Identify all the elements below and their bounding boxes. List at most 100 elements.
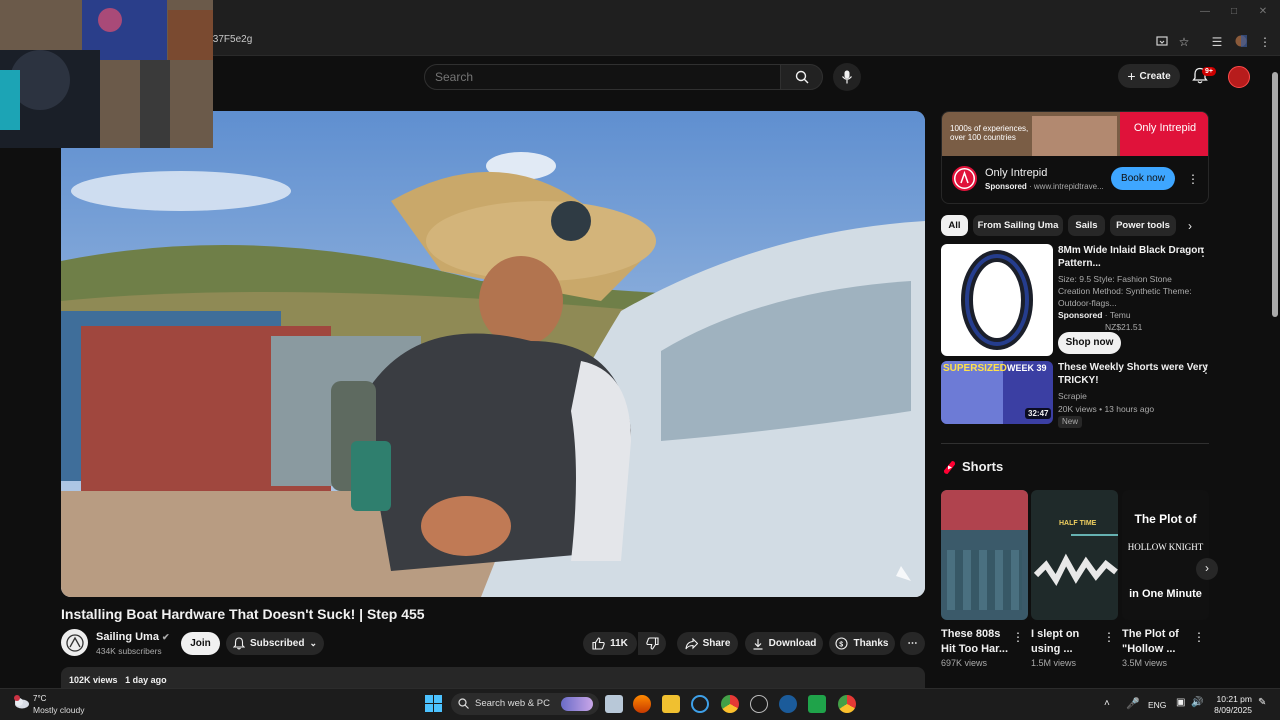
- chip-all[interactable]: All: [941, 215, 968, 236]
- tray-overflow-chevron-icon[interactable]: ˄: [1104, 698, 1110, 709]
- search-input[interactable]: [425, 65, 780, 89]
- share-icon: [685, 637, 698, 649]
- thanks-label: Thanks: [853, 638, 889, 649]
- install-app-icon[interactable]: [1155, 35, 1169, 49]
- chevron-down-icon: ⌄: [309, 638, 317, 648]
- thanks-button[interactable]: $ Thanks: [829, 632, 895, 655]
- like-button[interactable]: 11K: [583, 632, 637, 655]
- steam-icon[interactable]: [779, 695, 797, 713]
- channel-name[interactable]: Sailing Uma ✔: [96, 631, 170, 643]
- microphone-tray-icon[interactable]: 🎤: [1126, 697, 1140, 710]
- profile-icon[interactable]: [1234, 35, 1248, 49]
- like-count: 11K: [610, 638, 628, 649]
- scrollbar-thumb[interactable]: [1272, 72, 1278, 317]
- obs-icon[interactable]: [750, 695, 768, 713]
- more-actions-button[interactable]: ⋯: [900, 632, 925, 655]
- video-rec-title[interactable]: These Weekly Shorts were Very TRICKY!: [1058, 361, 1208, 387]
- chrome-profile-icon[interactable]: [838, 695, 856, 713]
- ad-sponsor-line: Sponsored · www.intrepidtrave...: [985, 182, 1104, 191]
- intrepid-logo-icon: [955, 169, 974, 188]
- url-text[interactable]: t37F5e2g: [210, 34, 252, 45]
- spreadsheet-app-icon[interactable]: [808, 695, 826, 713]
- thumbs-up-icon: [592, 637, 605, 650]
- sponsored-ad-card[interactable]: 1000s of experiences, over 100 countries…: [941, 111, 1209, 204]
- short-title-3[interactable]: The Plot of "Hollow ...: [1122, 627, 1194, 657]
- short-menu-icon-1[interactable]: ⋮: [1012, 630, 1024, 644]
- webcam-overlay: [0, 0, 213, 148]
- short-menu-icon-3[interactable]: ⋮: [1193, 630, 1205, 644]
- ad-banner-text: 1000s of experiences, over 100 countries: [950, 124, 1029, 142]
- media-queue-icon[interactable]: ☰: [1210, 35, 1224, 49]
- short-title-1[interactable]: These 808s Hit Too Har...: [941, 627, 1013, 657]
- bookmark-star-icon[interactable]: ☆: [1177, 35, 1191, 49]
- video-rec-menu-icon[interactable]: ⋮: [1200, 362, 1212, 376]
- verified-icon: ✔: [162, 632, 170, 642]
- video-player[interactable]: [61, 111, 925, 597]
- book-now-button[interactable]: Book now: [1111, 167, 1175, 190]
- thumb-text: HALF TIME: [1059, 520, 1097, 527]
- shop-now-button[interactable]: Shop now: [1058, 332, 1121, 354]
- task-view-icon[interactable]: [605, 695, 623, 713]
- short-thumbnail-3[interactable]: The Plot of HOLLOW KNIGHT in One Minute: [1122, 490, 1209, 620]
- product-seller: Sponsored · Temu: [1058, 310, 1131, 320]
- product-menu-icon[interactable]: ⋮: [1197, 245, 1209, 259]
- video-rec-channel[interactable]: Scrapie: [1058, 390, 1087, 402]
- short-thumbnail-1[interactable]: [941, 490, 1028, 620]
- input-language[interactable]: ENG: [1148, 700, 1166, 710]
- create-button[interactable]: + Create: [1118, 64, 1180, 88]
- posted-date: 1 day ago: [125, 675, 167, 685]
- weather-temperature[interactable]: 7°C: [33, 694, 46, 703]
- maximize-icon[interactable]: □: [1227, 6, 1241, 20]
- video-rec-meta: 20K views • 13 hours ago: [1058, 404, 1155, 414]
- cortana-icon[interactable]: [691, 695, 709, 713]
- join-button[interactable]: Join: [181, 632, 220, 655]
- ad-menu-icon[interactable]: ⋮: [1187, 172, 1199, 186]
- voice-search-button[interactable]: [833, 63, 861, 91]
- taskbar-search[interactable]: Search web & PC: [451, 693, 599, 715]
- download-button[interactable]: Download: [745, 632, 823, 655]
- account-avatar[interactable]: [1228, 66, 1250, 88]
- channel-avatar[interactable]: [61, 629, 88, 656]
- dislike-button[interactable]: [638, 632, 666, 655]
- file-explorer-icon[interactable]: [662, 695, 680, 713]
- chip-sails[interactable]: Sails: [1068, 215, 1105, 236]
- shorts-next-button[interactable]: ›: [1196, 558, 1218, 580]
- ad-title[interactable]: Only Intrepid: [985, 167, 1047, 179]
- chrome-icon[interactable]: [721, 695, 739, 713]
- weather-description[interactable]: Mostly cloudy: [33, 705, 85, 715]
- browser-menu-icon[interactable]: ⋮: [1258, 35, 1272, 49]
- short-thumbnail-2[interactable]: HALF TIME: [1031, 490, 1118, 620]
- ring-image: [961, 250, 1033, 350]
- notification-center-icon[interactable]: ✎: [1258, 697, 1266, 708]
- short-menu-icon-2[interactable]: ⋮: [1103, 630, 1115, 644]
- thumbs-down-icon: [645, 637, 659, 650]
- search-button[interactable]: [780, 64, 823, 90]
- chip-next-chevron-icon[interactable]: ›: [1188, 219, 1192, 233]
- product-title[interactable]: 8Mm Wide Inlaid Black Dragon Pattern...: [1058, 244, 1204, 270]
- volume-icon[interactable]: 🔊: [1191, 697, 1203, 708]
- advertiser-logo[interactable]: [952, 166, 977, 191]
- close-window-icon[interactable]: ✕: [1256, 6, 1270, 20]
- thumb-text-2: HOLLOW KNIGHT: [1127, 542, 1204, 552]
- search-highlight-image: [561, 697, 593, 711]
- video-duration: 32:47: [1025, 408, 1052, 419]
- subscribed-button[interactable]: Subscribed ⌄: [226, 632, 324, 655]
- weather-icon[interactable]: [12, 694, 30, 710]
- bell-icon: [232, 637, 245, 650]
- minimize-icon[interactable]: —: [1198, 6, 1212, 20]
- share-button[interactable]: Share: [677, 632, 738, 655]
- clock-date[interactable]: 8/09/2025: [1206, 705, 1252, 715]
- clock-time[interactable]: 10:21 pm: [1212, 694, 1252, 704]
- super-thanks-icon: $: [835, 637, 849, 650]
- product-thumbnail[interactable]: [941, 244, 1053, 356]
- search-box[interactable]: [424, 64, 781, 90]
- chip-power-tools[interactable]: Power tools: [1110, 215, 1176, 236]
- fl-studio-icon[interactable]: [633, 695, 651, 713]
- page-scrollbar[interactable]: [1270, 58, 1280, 688]
- network-icon[interactable]: ▣: [1176, 697, 1185, 708]
- video-thumbnail[interactable]: SUPERSIZED WEEK 39 32:47: [941, 361, 1053, 424]
- ad-banner-photo: [1032, 116, 1117, 156]
- chip-from-sailing-uma[interactable]: From Sailing Uma: [973, 215, 1063, 236]
- short-title-2[interactable]: I slept on using ...: [1031, 627, 1103, 657]
- windows-start-icon[interactable]: [425, 695, 442, 712]
